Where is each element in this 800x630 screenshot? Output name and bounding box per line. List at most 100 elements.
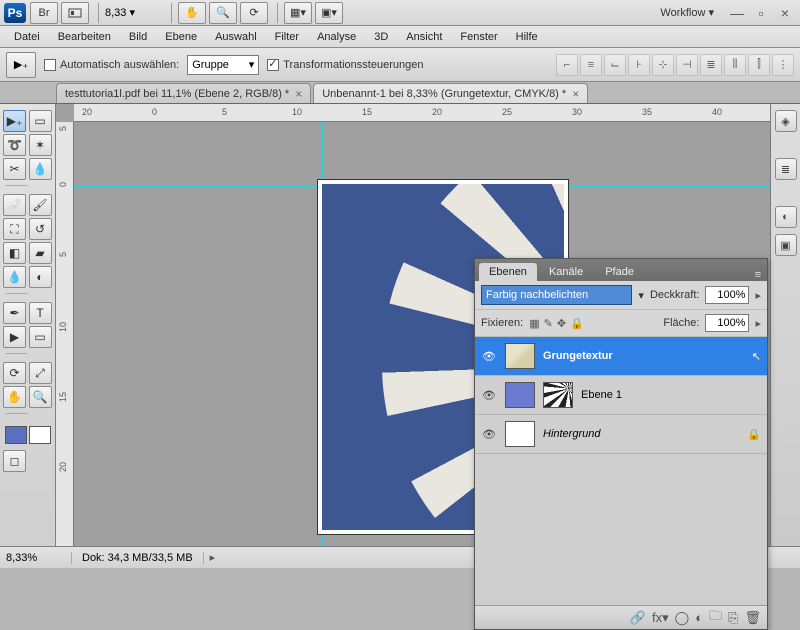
foreground-color[interactable] — [5, 426, 27, 444]
visibility-icon[interactable]: 👁 — [481, 389, 497, 402]
history-panel-icon[interactable]: ◈ — [775, 110, 797, 132]
brush-tool[interactable]: 🖌 — [29, 194, 52, 216]
link-layers-icon[interactable]: 🔗 — [630, 610, 646, 626]
menu-auswahl[interactable]: Auswahl — [207, 28, 265, 46]
stamp-tool[interactable]: ⛶ — [3, 218, 26, 240]
delete-layer-icon[interactable]: 🗑 — [744, 610, 761, 626]
pen-tool[interactable]: ✒ — [3, 302, 26, 324]
lasso-tool[interactable]: ➰ — [3, 134, 26, 156]
lock-all-icon[interactable]: 🔒 — [570, 317, 584, 330]
layer-mask-icon[interactable]: ◯ — [675, 610, 690, 626]
zoom-tool[interactable]: 🔍 — [29, 386, 52, 408]
panel-tab-pfade[interactable]: Pfade — [595, 263, 644, 281]
zoom-tool-shortcut[interactable]: 🔍 — [209, 2, 237, 24]
healing-tool[interactable]: 🩹 — [3, 194, 26, 216]
eyedropper-tool[interactable]: 💧 — [29, 158, 52, 180]
align-top-icon[interactable]: ⌐ — [556, 54, 578, 76]
tab-close-icon[interactable]: × — [572, 87, 579, 101]
fill-field[interactable]: 100% — [705, 314, 749, 332]
align-bottom-icon[interactable]: ⌙ — [604, 54, 626, 76]
adjustment-layer-icon[interactable]: ◐ — [695, 610, 703, 625]
blend-mode-select[interactable]: Farbig nachbelichten — [481, 285, 632, 305]
ruler-horizontal[interactable]: 20 0 5 10 15 20 25 30 35 40 — [74, 104, 770, 122]
layer-name[interactable]: Hintergrund — [543, 428, 739, 440]
blur-tool[interactable]: 💧 — [3, 266, 26, 288]
layer-row[interactable]: 👁 Grungetextur ↖ — [475, 337, 767, 376]
tab-close-icon[interactable]: × — [295, 87, 302, 101]
status-doc-size[interactable]: Dok: 34,3 MB/33,5 MB — [72, 552, 204, 564]
lock-pixels-icon[interactable]: ✎ — [544, 317, 553, 330]
restore-button[interactable]: ▫ — [750, 5, 772, 21]
distribute-4-icon[interactable]: ⋮ — [772, 54, 794, 76]
layer-thumbnail[interactable] — [505, 343, 535, 369]
lock-transparency-icon[interactable]: ▦ — [529, 317, 539, 330]
panel-tab-kanaele[interactable]: Kanäle — [539, 263, 593, 281]
distribute-3-icon[interactable]: ⫿ — [748, 54, 770, 76]
menu-analyse[interactable]: Analyse — [309, 28, 364, 46]
layer-fx-icon[interactable]: fx▾ — [652, 610, 669, 626]
zoom-level[interactable]: 8,33 ▾ — [105, 6, 165, 19]
minibridge-button[interactable] — [61, 2, 89, 24]
menu-ansicht[interactable]: Ansicht — [398, 28, 450, 46]
visibility-icon[interactable]: 👁 — [481, 350, 497, 363]
distribute-1-icon[interactable]: ≣ — [700, 54, 722, 76]
dodge-tool[interactable]: ◐ — [29, 266, 52, 288]
minimize-button[interactable]: ― — [726, 5, 748, 21]
menu-bild[interactable]: Bild — [121, 28, 155, 46]
shape-tool[interactable]: ▭ — [29, 326, 52, 348]
swatches-panel-icon[interactable]: ◐ — [775, 206, 797, 228]
document-tab[interactable]: Unbenannt-1 bei 8,33% (Grungetextur, CMY… — [313, 83, 588, 103]
panel-menu-icon[interactable]: ≡ — [749, 269, 767, 281]
menu-fenster[interactable]: Fenster — [452, 28, 505, 46]
layer-row[interactable]: 👁 Ebene 1 — [475, 376, 767, 415]
background-color[interactable] — [29, 426, 51, 444]
close-button[interactable]: × — [774, 5, 796, 21]
arrange-documents[interactable]: ▦▾ — [284, 2, 312, 24]
layers-panel-icon[interactable]: ≣ — [775, 158, 797, 180]
new-layer-icon[interactable]: ⎘ — [728, 610, 738, 626]
marquee-tool[interactable]: ▭ — [29, 110, 52, 132]
menu-3d[interactable]: 3D — [366, 28, 396, 46]
eraser-tool[interactable]: ◧ — [3, 242, 26, 264]
menu-hilfe[interactable]: Hilfe — [508, 28, 546, 46]
opacity-field[interactable]: 100% — [705, 286, 749, 304]
current-tool-icon[interactable]: ▶₊ — [6, 52, 36, 78]
menu-datei[interactable]: Datei — [6, 28, 48, 46]
gradient-tool[interactable]: ▰ — [29, 242, 52, 264]
document-tab[interactable]: testtutoria1l.pdf bei 11,1% (Ebene 2, RG… — [56, 83, 311, 103]
path-select-tool[interactable]: ▶ — [3, 326, 26, 348]
layer-name[interactable]: Grungetextur — [543, 350, 744, 362]
align-hcenter-icon[interactable]: ⊹ — [652, 54, 674, 76]
align-left-icon[interactable]: ⊦ — [628, 54, 650, 76]
menu-filter[interactable]: Filter — [267, 28, 307, 46]
transform-controls-checkbox[interactable]: Transformationssteuerungen — [267, 59, 423, 71]
layer-row[interactable]: 👁 Hintergrund 🔒 — [475, 415, 767, 454]
auto-select-checkbox[interactable]: Automatisch auswählen: — [44, 59, 179, 71]
new-group-icon[interactable]: 🗀 — [709, 607, 722, 629]
layer-name[interactable]: Ebene 1 — [581, 389, 761, 401]
workspace-switcher[interactable]: Workflow ▾ — [650, 6, 724, 19]
align-vcenter-icon[interactable]: ≡ — [580, 54, 602, 76]
status-zoom[interactable]: 8,33% — [0, 552, 72, 564]
3d-rotate-tool[interactable]: ⟳ — [3, 362, 26, 384]
quick-select-tool[interactable]: ✶ — [29, 134, 52, 156]
hand-tool-shortcut[interactable]: ✋ — [178, 2, 206, 24]
rotate-view-shortcut[interactable]: ⟳ — [240, 2, 268, 24]
paths-panel-icon[interactable]: ▣ — [775, 234, 797, 256]
menu-bearbeiten[interactable]: Bearbeiten — [50, 28, 119, 46]
status-menu-icon[interactable]: ▸ — [204, 551, 222, 564]
type-tool[interactable]: T — [29, 302, 52, 324]
auto-select-type[interactable]: Gruppe▾ — [187, 55, 259, 75]
ruler-vertical[interactable]: 5 0 5 10 15 20 — [56, 122, 74, 546]
layer-thumbnail[interactable] — [505, 382, 535, 408]
panel-tab-ebenen[interactable]: Ebenen — [479, 263, 537, 281]
history-brush-tool[interactable]: ↺ — [29, 218, 52, 240]
visibility-icon[interactable]: 👁 — [481, 428, 497, 441]
screen-mode[interactable]: ▣▾ — [315, 2, 343, 24]
menu-ebene[interactable]: Ebene — [157, 28, 205, 46]
3d-camera-tool[interactable]: ⤢ — [29, 362, 52, 384]
lock-position-icon[interactable]: ✥ — [557, 317, 566, 330]
crop-tool[interactable]: ✂ — [3, 158, 26, 180]
move-tool[interactable]: ▶₊ — [3, 110, 26, 132]
layer-thumbnail[interactable] — [505, 421, 535, 447]
